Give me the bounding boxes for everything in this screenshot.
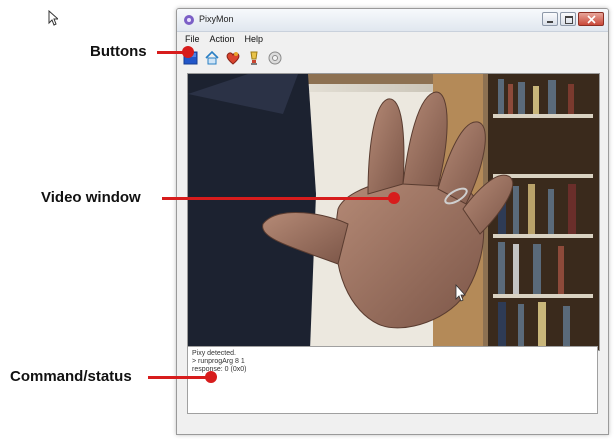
pixymon-window: PixyMon File Action Help Pixy detected. … (176, 8, 609, 435)
menu-file[interactable]: File (185, 31, 200, 47)
toolbar (177, 47, 608, 69)
config-button[interactable] (225, 50, 241, 66)
house-icon (205, 50, 219, 65)
annotation-command-label: Command/status (10, 368, 132, 385)
close-icon (587, 15, 596, 24)
menu-bar: File Action Help (177, 31, 608, 47)
video-window[interactable] (187, 73, 600, 351)
menu-help[interactable]: Help (245, 31, 264, 47)
annotation-video-label: Video window (41, 189, 141, 206)
status-line: > runprogArg 8 1 (192, 358, 245, 365)
annotation-video-dot (388, 192, 400, 204)
close-button[interactable] (578, 12, 604, 26)
window-bottom-strip (177, 419, 608, 434)
command-status-panel[interactable]: Pixy detected. > runprogArg 8 1 response… (187, 346, 598, 414)
signature-button[interactable] (246, 50, 262, 66)
mouse-cursor-icon (48, 10, 58, 26)
status-line: response: 0 (0x0) (192, 366, 247, 373)
settings-button[interactable] (267, 50, 283, 66)
heart-icon (226, 52, 240, 65)
annotation-command-line (148, 376, 208, 379)
title-bar[interactable]: PixyMon (177, 9, 608, 32)
maximize-button[interactable] (560, 12, 576, 26)
annotation-video-line (162, 197, 392, 200)
home-button[interactable] (204, 50, 220, 66)
annotation-buttons-label: Buttons (90, 43, 147, 60)
pixy-app-icon (184, 15, 194, 25)
camera-frame-image (188, 74, 599, 350)
bulb-icon (250, 51, 258, 65)
status-line: Pixy detected. (192, 350, 236, 357)
gear-icon (268, 51, 282, 65)
menu-action[interactable]: Action (210, 31, 235, 47)
annotation-command-dot (205, 371, 217, 383)
annotation-buttons-dot (182, 46, 194, 58)
minimize-button[interactable] (542, 12, 558, 26)
window-title: PixyMon (199, 14, 234, 24)
